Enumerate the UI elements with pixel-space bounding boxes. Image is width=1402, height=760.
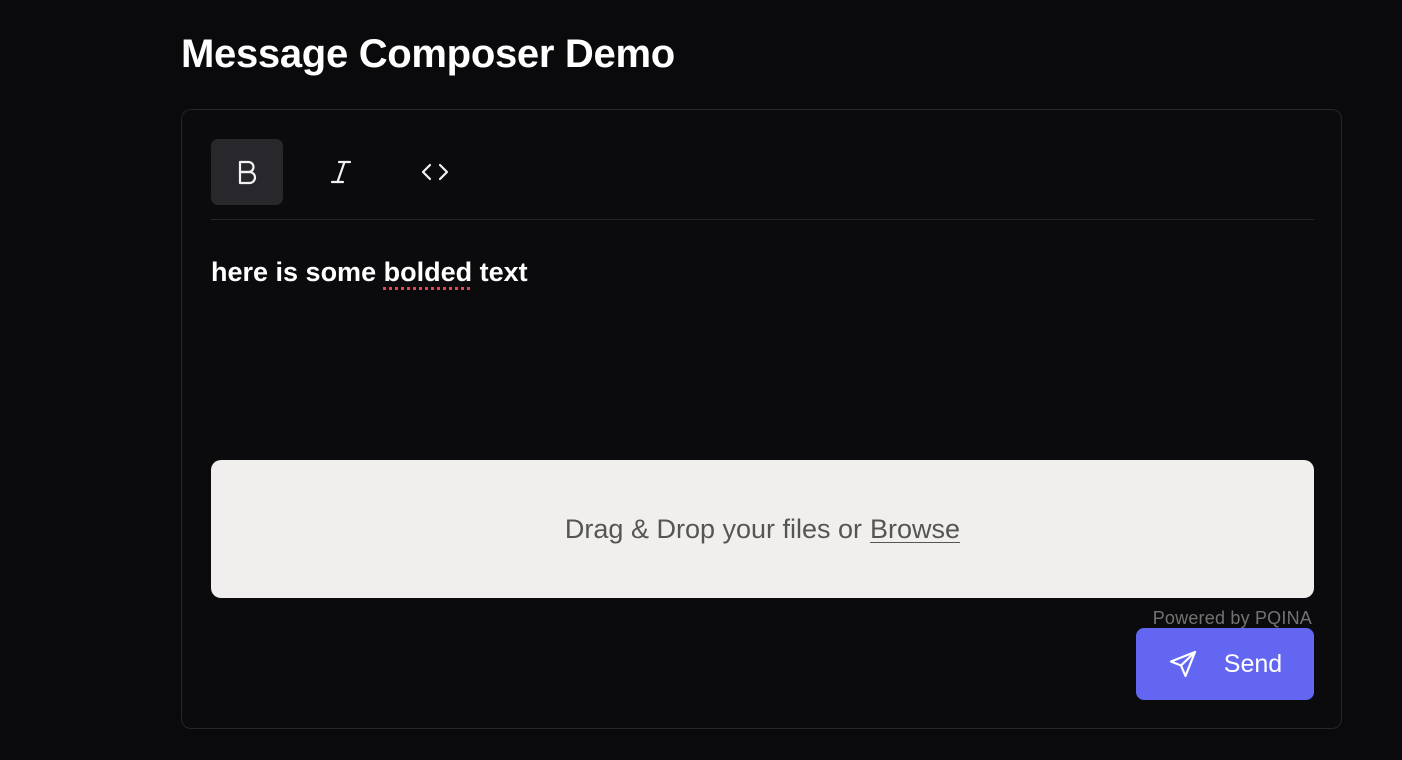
send-button[interactable]: Send xyxy=(1136,628,1314,700)
misspelled-word: bolded xyxy=(383,257,473,287)
code-button[interactable] xyxy=(399,139,471,205)
italic-button[interactable] xyxy=(305,139,377,205)
code-icon xyxy=(420,161,450,183)
paper-plane-icon xyxy=(1168,649,1198,679)
formatting-toolbar xyxy=(211,139,471,205)
bold-button[interactable] xyxy=(211,139,283,205)
editor-text-start: here is some xyxy=(211,257,384,287)
browse-link[interactable]: Browse xyxy=(870,514,960,545)
dropzone-label: Drag & Drop your files or xyxy=(564,513,863,544)
bold-icon xyxy=(235,159,259,185)
file-dropzone[interactable]: Drag & Drop your files or Browse xyxy=(211,460,1314,598)
page-title: Message Composer Demo xyxy=(181,32,675,76)
editor-text-end: text xyxy=(472,257,528,287)
italic-icon xyxy=(330,159,352,185)
page: Message Composer Demo here is some bolde… xyxy=(0,0,1402,760)
toolbar-divider xyxy=(211,219,1314,220)
powered-by-credit[interactable]: Powered by PQINA xyxy=(1153,608,1312,629)
message-editor[interactable]: here is some bolded text xyxy=(211,250,1314,450)
message-composer: here is some bolded text Drag & Drop you… xyxy=(181,109,1342,729)
send-label: Send xyxy=(1223,649,1283,678)
